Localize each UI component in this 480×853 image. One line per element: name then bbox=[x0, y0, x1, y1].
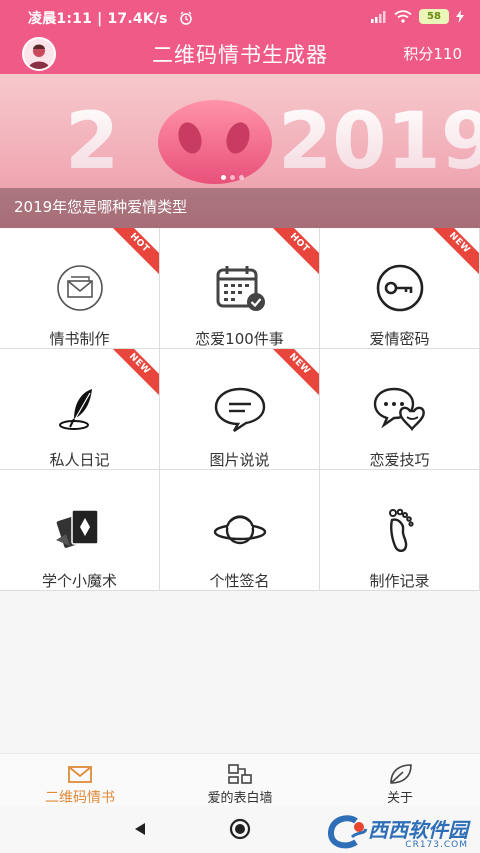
status-time-text: 凌晨1:11 | 17.4K/s bbox=[28, 11, 168, 27]
feature-grid: HOT 情书制作 HOT 恋爱100件事 NEW 爱情密码 NEW 私人日记 N… bbox=[0, 228, 480, 591]
hot-badge: HOT bbox=[103, 228, 159, 279]
quill-icon bbox=[58, 389, 92, 430]
envelope-icon bbox=[56, 265, 103, 311]
app-header: 二维码情书生成器 积分110 bbox=[0, 34, 480, 74]
score-label[interactable]: 积分110 bbox=[403, 43, 462, 64]
mail-icon bbox=[68, 766, 92, 783]
grid-item-label: 个性签名 bbox=[209, 572, 270, 590]
watermark-logo-icon bbox=[328, 815, 368, 849]
grid-item-records[interactable]: 制作记录 bbox=[320, 470, 480, 591]
chat-bubble-icon bbox=[214, 387, 265, 432]
footprint-icon bbox=[388, 508, 414, 552]
leaf-icon bbox=[390, 764, 412, 784]
grid-item-love-code[interactable]: NEW 爱情密码 bbox=[320, 228, 480, 349]
tab-qr-love-letter[interactable]: 二维码情书 bbox=[0, 754, 160, 807]
charging-icon bbox=[456, 10, 464, 23]
grid-item-label: 图片说说 bbox=[209, 451, 270, 469]
grid-item-100-things[interactable]: HOT 恋爱100件事 bbox=[160, 228, 320, 349]
grid-item-label: 私人日记 bbox=[49, 451, 110, 469]
status-time: 凌晨1:11 | 17.4K/s bbox=[28, 8, 193, 28]
system-navigation-bar: 西西软件园 CR173.COM bbox=[0, 806, 480, 853]
tab-label: 关于 bbox=[386, 791, 413, 806]
battery-indicator: 58 bbox=[419, 9, 449, 24]
tab-love-wall[interactable]: 爱的表白墙 bbox=[160, 754, 320, 807]
watermark-text: 西西软件园 bbox=[368, 818, 468, 842]
banner-carousel[interactable]: 2 2019 2019年您是哪种爱情类型 bbox=[0, 74, 480, 228]
carousel-dot[interactable] bbox=[239, 175, 244, 180]
grid-item-label: 制作记录 bbox=[369, 572, 430, 590]
wall-icon bbox=[228, 764, 252, 784]
grid-item-picture-post[interactable]: NEW 图片说说 bbox=[160, 349, 320, 470]
new-badge: NEW bbox=[263, 349, 319, 400]
status-bar: 凌晨1:11 | 17.4K/s 58 bbox=[0, 0, 480, 34]
new-badge: NEW bbox=[103, 349, 159, 400]
calendar-check-icon bbox=[216, 266, 265, 311]
tab-label: 二维码情书 bbox=[45, 790, 115, 806]
wifi-icon bbox=[394, 10, 412, 23]
signal-icon bbox=[371, 10, 386, 23]
cards-icon bbox=[55, 509, 99, 548]
planet-icon bbox=[213, 515, 266, 545]
bottom-nav: 二维码情书 爱的表白墙 关于 bbox=[0, 753, 480, 806]
grid-item-magic[interactable]: 学个小魔术 bbox=[0, 470, 160, 591]
tab-label: 爱的表白墙 bbox=[207, 791, 273, 806]
grid-item-love-letter[interactable]: HOT 情书制作 bbox=[0, 228, 160, 349]
hot-badge: HOT bbox=[263, 228, 319, 279]
back-icon[interactable] bbox=[133, 822, 147, 836]
grid-item-label: 学个小魔术 bbox=[41, 572, 117, 590]
home-icon[interactable] bbox=[229, 818, 251, 840]
watermark: 西西软件园 CR173.COM bbox=[326, 814, 468, 850]
grid-item-label: 情书制作 bbox=[49, 330, 110, 348]
grid-item-label: 恋爱技巧 bbox=[369, 451, 430, 469]
grid-item-label: 恋爱100件事 bbox=[195, 330, 284, 348]
svg-text:2: 2 bbox=[65, 97, 119, 187]
alarm-icon bbox=[180, 11, 192, 25]
carousel-dot[interactable] bbox=[230, 175, 235, 180]
key-icon bbox=[376, 264, 423, 312]
carousel-dots bbox=[221, 175, 244, 180]
grid-item-label: 爱情密码 bbox=[369, 330, 430, 348]
grid-item-diary[interactable]: NEW 私人日记 bbox=[0, 349, 160, 470]
grid-item-love-tips[interactable]: 恋爱技巧 bbox=[320, 349, 480, 470]
grid-item-signature[interactable]: 个性签名 bbox=[160, 470, 320, 591]
tab-about[interactable]: 关于 bbox=[320, 754, 480, 807]
new-badge: NEW bbox=[423, 228, 479, 279]
carousel-dot[interactable] bbox=[221, 175, 226, 180]
banner-caption: 2019年您是哪种爱情类型 bbox=[14, 198, 188, 216]
love-chat-icon bbox=[373, 387, 425, 432]
svg-text:2019: 2019 bbox=[278, 97, 480, 187]
